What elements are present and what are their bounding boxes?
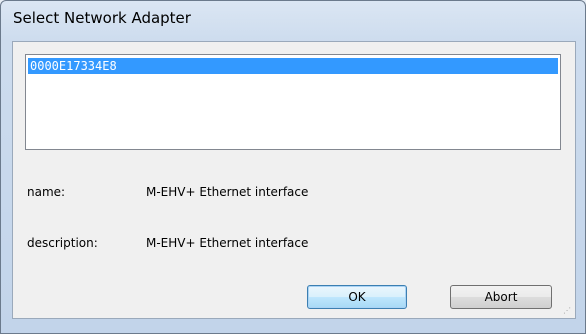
adapter-list-item-selected[interactable]: 0000E17334E8 [28, 58, 558, 74]
window-title: Select Network Adapter [13, 9, 191, 27]
ok-button[interactable]: OK [307, 285, 407, 309]
resize-grip-icon[interactable]: ⋰ [563, 306, 573, 316]
dialog-client-area: 0000E17334E8 name: M-EHV+ Ethernet inter… [12, 41, 576, 319]
dialog-window: Select Network Adapter 0000E17334E8 name… [0, 0, 586, 334]
description-label: description: [27, 236, 98, 250]
abort-button[interactable]: Abort [450, 285, 552, 309]
adapter-list[interactable]: 0000E17334E8 [25, 54, 561, 150]
description-value: M-EHV+ Ethernet interface [146, 236, 309, 250]
name-value: M-EHV+ Ethernet interface [146, 185, 309, 199]
name-label: name: [27, 185, 66, 199]
title-bar[interactable]: Select Network Adapter [1, 1, 585, 39]
